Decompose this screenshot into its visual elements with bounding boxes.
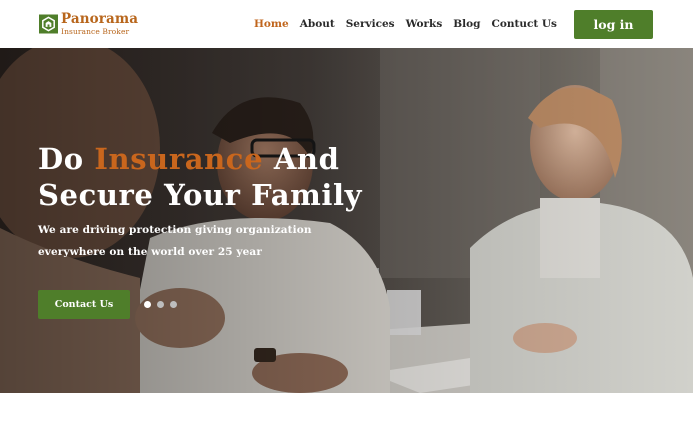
- nav-item-home[interactable]: Home: [254, 18, 289, 30]
- hero-title-suffix: And: [263, 142, 340, 176]
- hero-section: Do Insurance And Secure Your Family We a…: [0, 48, 693, 393]
- hero-title-line2: Secure Your Family: [38, 178, 363, 212]
- hero-title-accent: Insurance: [94, 142, 264, 176]
- hero-title: Do Insurance And Secure Your Family: [38, 141, 398, 213]
- brand-tagline: Insurance Broker: [61, 26, 130, 36]
- hero-title-prefix: Do: [38, 142, 95, 176]
- house-hexagon-logo-icon: [39, 14, 58, 34]
- brand-name: Panorama: [61, 11, 139, 27]
- nav-item-services[interactable]: Services: [346, 18, 395, 30]
- nav-item-works[interactable]: Works: [406, 18, 443, 30]
- nav-item-contact[interactable]: Contuct Us: [491, 18, 556, 30]
- main-nav: Home About Services Works Blog Contuct U…: [254, 18, 568, 30]
- slider-dot-3[interactable]: [170, 301, 177, 308]
- slider-dot-1[interactable]: [144, 301, 151, 308]
- brand-logo[interactable]: Panorama Insurance Broker: [39, 11, 139, 36]
- login-button[interactable]: log in: [574, 10, 653, 39]
- site-header: Panorama Insurance Broker Home About Ser…: [0, 0, 693, 48]
- nav-item-blog[interactable]: Blog: [453, 18, 480, 30]
- hero-subtitle: We are driving protection giving organiz…: [38, 224, 312, 258]
- contact-us-button[interactable]: Contact Us: [38, 290, 130, 319]
- slider-dots: [144, 301, 183, 308]
- nav-item-about[interactable]: About: [300, 18, 335, 30]
- slider-dot-2[interactable]: [157, 301, 164, 308]
